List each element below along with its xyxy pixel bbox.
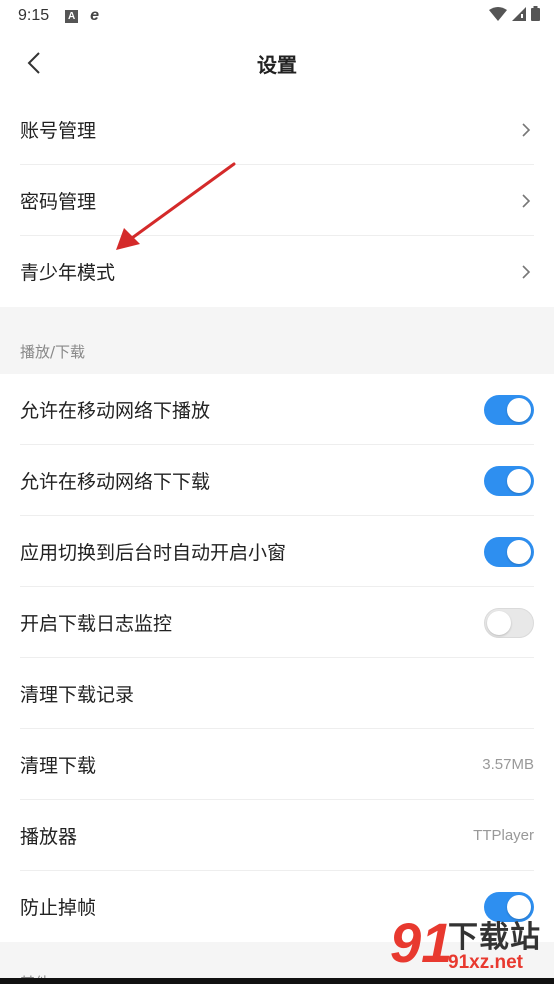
settings-row-mobile-play: 允许在移动网络下播放 <box>0 374 554 445</box>
back-button[interactable] <box>16 45 52 81</box>
toggle-switch[interactable] <box>484 465 534 496</box>
signal-icon <box>512 6 526 21</box>
section-header-playback: 播放/下载 <box>0 307 554 374</box>
battery-icon <box>531 6 540 21</box>
settings-row-player[interactable]: 播放器 TTPlayer <box>0 800 554 871</box>
toggle-knob <box>487 610 511 635</box>
chevron-right-icon <box>518 264 534 280</box>
watermark-title: 下载站 <box>448 920 541 955</box>
row-label: 允许在移动网络下下载 <box>20 471 211 493</box>
settings-row-download-log: 开启下载日志监控 <box>0 587 554 658</box>
row-label: 开启下载日志监控 <box>20 613 173 635</box>
toggle-knob <box>507 397 531 422</box>
settings-row-password[interactable]: 密码管理 <box>0 165 554 236</box>
settings-row-clear-downloads[interactable]: 清理下载 3.57MB <box>0 729 554 800</box>
a-icon: A <box>65 9 79 23</box>
watermark-logo: 91 下载站 91xz.net <box>390 910 550 980</box>
row-label: 清理下载记录 <box>20 684 135 706</box>
settings-row-account[interactable]: 账号管理 <box>0 94 554 165</box>
status-time: 9:15 <box>18 7 50 24</box>
row-label: 账号管理 <box>20 120 97 142</box>
watermark-url: 91xz.net <box>448 952 523 973</box>
settings-row-mobile-download: 允许在移动网络下下载 <box>0 445 554 516</box>
chevron-right-icon <box>518 193 534 209</box>
toggle-knob <box>507 468 531 493</box>
cache-size-value: 3.57MB <box>482 756 534 773</box>
toggle-knob <box>507 539 531 564</box>
row-label: 密码管理 <box>20 191 97 213</box>
wifi-icon <box>489 6 507 21</box>
playback-section: 允许在移动网络下播放 允许在移动网络下下载 应用切换到后台时自动开启小窗 开启下… <box>0 374 554 942</box>
row-label: 应用切换到后台时自动开启小窗 <box>20 542 287 564</box>
watermark-number: 91 <box>390 911 453 974</box>
row-label: 允许在移动网络下播放 <box>20 400 211 422</box>
settings-row-auto-pip: 应用切换到后台时自动开启小窗 <box>0 516 554 587</box>
chevron-left-icon <box>27 52 40 74</box>
settings-row-teen-mode[interactable]: 青少年模式 <box>0 236 554 307</box>
page-title: 设置 <box>257 52 297 77</box>
row-label: 青少年模式 <box>20 262 116 284</box>
toggle-switch[interactable] <box>484 607 534 638</box>
chevron-right-icon <box>518 122 534 138</box>
toggle-switch[interactable] <box>484 536 534 567</box>
e-browser-icon: e <box>90 7 100 24</box>
player-name-value: TTPlayer <box>473 827 534 844</box>
row-label: 清理下载 <box>20 755 97 777</box>
section-title: 播放/下载 <box>20 343 86 361</box>
system-nav-strip <box>0 978 554 984</box>
status-bar: 9:15 A e <box>0 0 554 32</box>
row-label: 防止掉帧 <box>20 897 97 919</box>
settings-row-clear-records[interactable]: 清理下载记录 <box>0 658 554 729</box>
nav-bar: 设置 <box>0 32 554 94</box>
account-section: 账号管理 密码管理 青少年模式 <box>0 94 554 307</box>
row-label: 播放器 <box>20 826 78 848</box>
toggle-switch[interactable] <box>484 394 534 425</box>
